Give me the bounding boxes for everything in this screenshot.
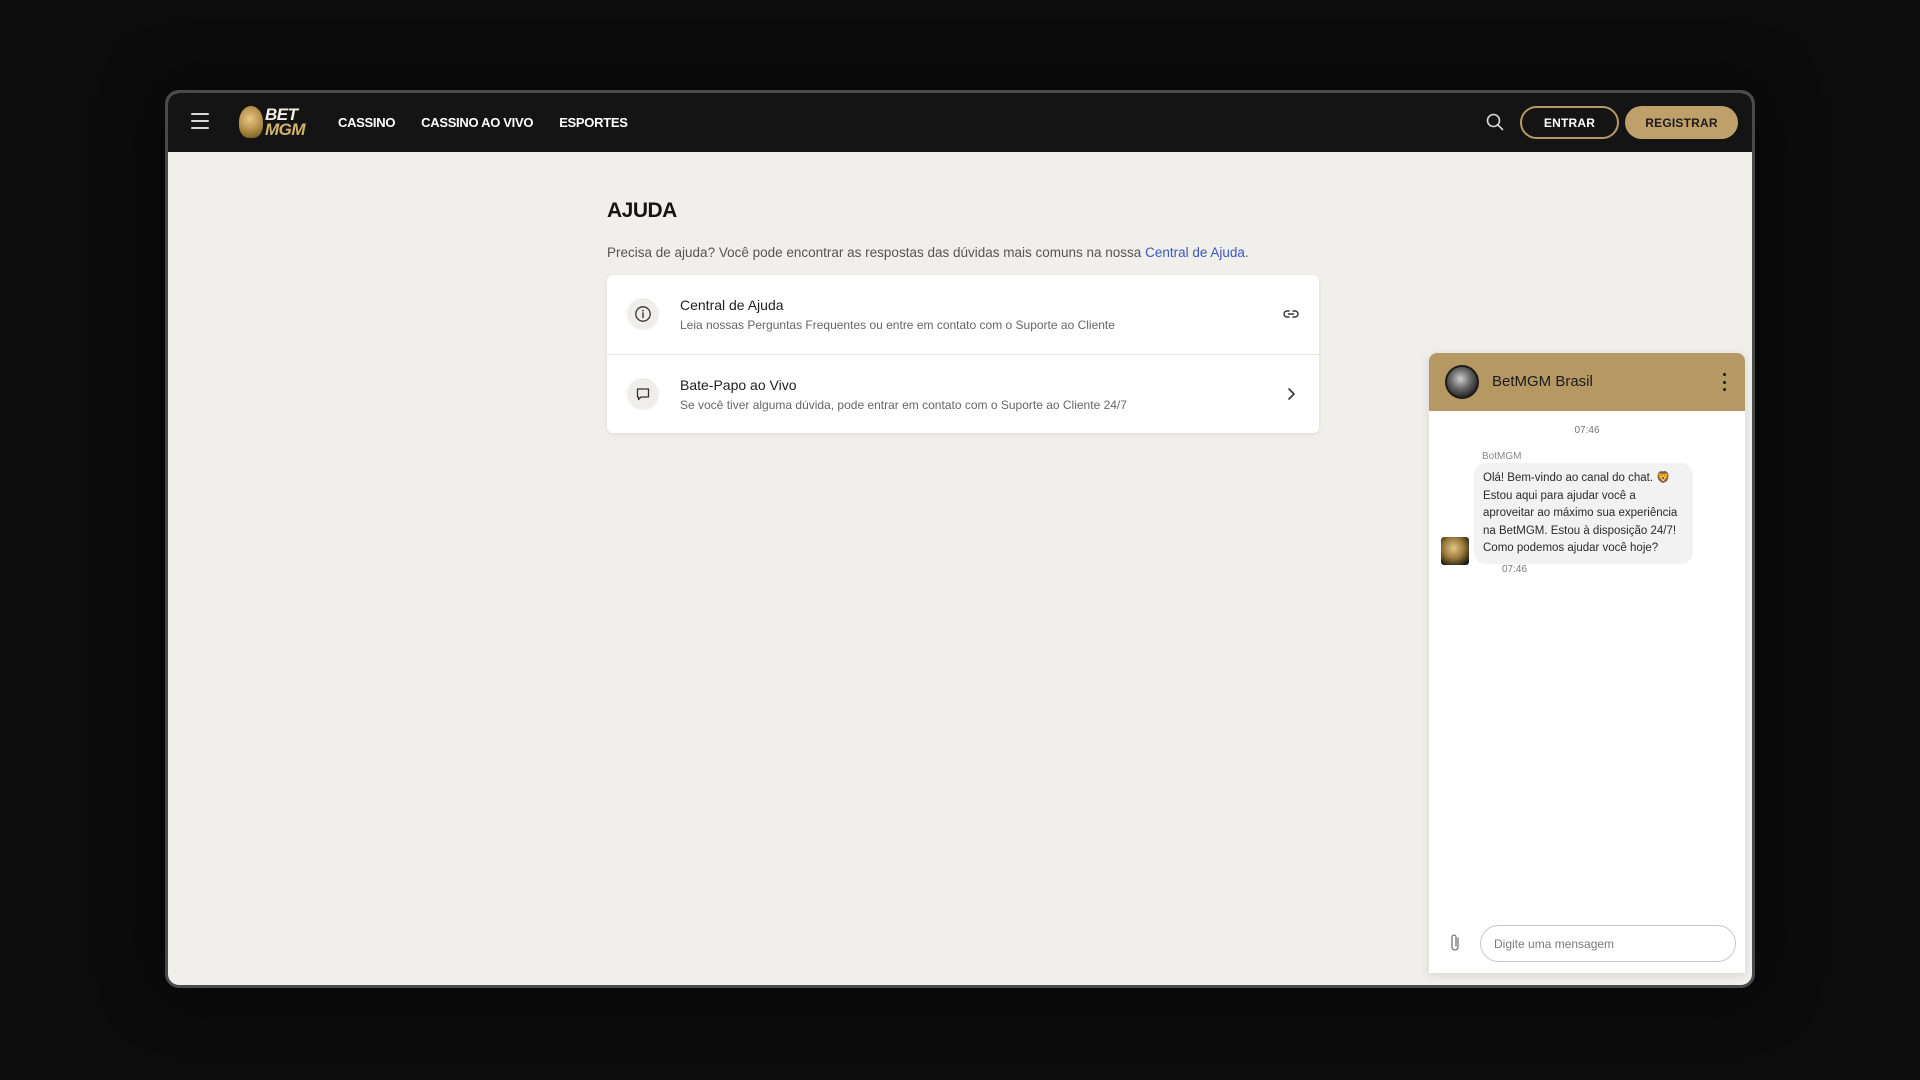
bot-message-bubble: Olá! Bem-vindo ao canal do chat. 🦁 Estou…: [1474, 463, 1693, 564]
chat-bubble-icon: [627, 378, 659, 410]
message-input[interactable]: [1480, 925, 1736, 962]
chat-title: BetMGM Brasil: [1492, 373, 1593, 390]
help-content: AJUDA Precisa de ajuda? Você pode encont…: [607, 199, 1319, 433]
page-title: AJUDA: [607, 199, 677, 222]
link-icon[interactable]: [1281, 304, 1301, 324]
top-nav-bar: BET MGM CASSINO CASSINO AO VIVO ESPORTES…: [168, 93, 1752, 152]
live-chat-title: Bate-Papo ao Vivo: [680, 377, 797, 393]
help-center-link[interactable]: Central de Ajuda: [1145, 245, 1245, 260]
menu-icon[interactable]: [191, 113, 209, 129]
help-center-title: Central de Ajuda: [680, 297, 784, 313]
help-center-subtitle: Leia nossas Perguntas Frequentes ou entr…: [680, 318, 1115, 332]
nav-cassino[interactable]: CASSINO: [338, 115, 395, 130]
register-button[interactable]: REGISTRAR: [1625, 106, 1738, 139]
bot-avatar: [1441, 537, 1469, 565]
chevron-right-icon[interactable]: [1281, 384, 1301, 404]
nav-cassino-ao-vivo[interactable]: CASSINO AO VIVO: [421, 115, 533, 130]
login-button[interactable]: ENTRAR: [1520, 106, 1619, 139]
intro-text-end: .: [1244, 245, 1249, 260]
more-vertical-icon[interactable]: [1721, 373, 1727, 391]
message-sender: BotMGM: [1482, 451, 1522, 462]
main-nav: CASSINO CASSINO AO VIVO ESPORTES: [338, 93, 628, 152]
logo-text-bottom: MGM: [264, 120, 306, 139]
search-icon[interactable]: [1484, 111, 1506, 133]
chat-widget: BetMGM Brasil 07:46 BotMGM Olá! Bem-vind…: [1429, 353, 1745, 973]
chat-timestamp: 07:46: [1574, 425, 1600, 436]
browser-frame: BET MGM CASSINO CASSINO AO VIVO ESPORTES…: [165, 90, 1755, 988]
help-options-card: Central de Ajuda Leia nossas Perguntas F…: [607, 275, 1319, 433]
lion-logo-icon: [239, 106, 263, 138]
nav-esportes[interactable]: ESPORTES: [559, 115, 628, 130]
live-chat-row[interactable]: Bate-Papo ao Vivo Se você tiver alguma d…: [607, 354, 1319, 433]
chat-header: BetMGM Brasil: [1429, 353, 1745, 411]
intro-text: Precisa de ajuda? Você pode encontrar as…: [607, 245, 1319, 260]
chat-avatar: [1445, 365, 1479, 399]
help-center-row[interactable]: Central de Ajuda Leia nossas Perguntas F…: [607, 275, 1319, 354]
live-chat-subtitle: Se você tiver alguma dúvida, pode entrar…: [680, 398, 1127, 412]
message-timestamp: 07:46: [1502, 564, 1528, 575]
intro-text-body: Precisa de ajuda? Você pode encontrar as…: [607, 245, 1146, 260]
info-icon: [627, 298, 659, 330]
betmgm-logo[interactable]: BET MGM: [239, 104, 306, 140]
chat-input-bar: [1429, 915, 1745, 973]
paperclip-icon[interactable]: [1446, 931, 1464, 955]
